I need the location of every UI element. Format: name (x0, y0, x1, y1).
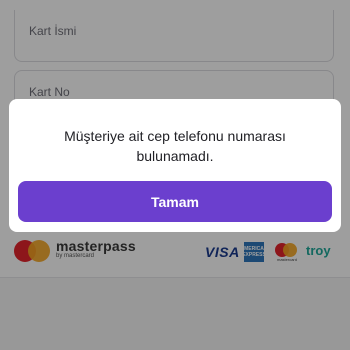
ok-button[interactable]: Tamam (18, 181, 332, 222)
alert-dialog: Müşteriye ait cep telefonu numarası bulu… (9, 99, 341, 232)
dialog-message: Müşteriye ait cep telefonu numarası bulu… (64, 128, 286, 164)
